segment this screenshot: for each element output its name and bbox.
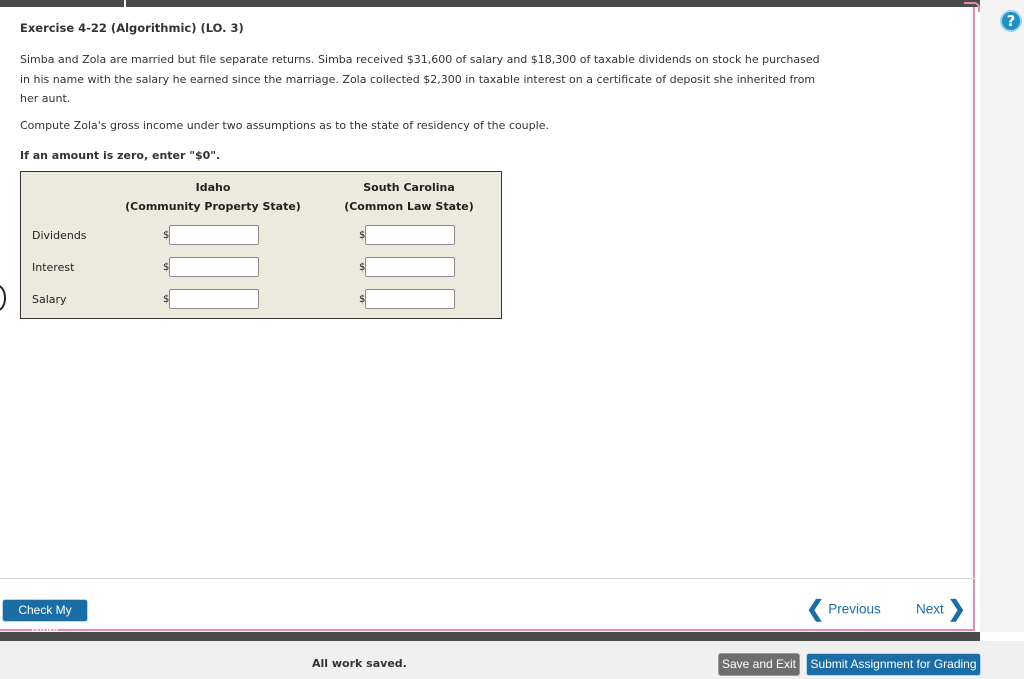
problem-text: Simba and Zola are married but file sepa… xyxy=(20,53,820,105)
salary-idaho-input[interactable] xyxy=(169,289,259,309)
tab-divider xyxy=(124,0,126,7)
submit-assignment-button[interactable]: Submit Assignment for Grading xyxy=(806,653,981,676)
sc-label: South Carolina xyxy=(363,181,455,194)
idaho-sublabel: (Community Property State) xyxy=(125,200,301,213)
idaho-label: Idaho xyxy=(195,181,231,194)
column-header-south-carolina: South Carolina (Common Law State) xyxy=(336,178,482,216)
answer-table: Idaho (Community Property State) South C… xyxy=(20,171,502,319)
divider xyxy=(0,578,975,579)
interest-sc-input[interactable] xyxy=(365,257,455,277)
top-tab-bar xyxy=(0,0,980,7)
save-status: All work saved. xyxy=(312,657,407,670)
previous-label: Previous xyxy=(828,601,881,617)
chevron-left-icon: ❮ xyxy=(806,596,825,621)
panel-corner xyxy=(964,2,980,12)
row-label-dividends: Dividends xyxy=(32,229,87,242)
column-header-idaho: Idaho (Community Property State) xyxy=(117,178,309,216)
next-button[interactable]: Next ❯ xyxy=(916,598,966,622)
dividends-idaho-input[interactable] xyxy=(169,225,259,245)
chevron-right-icon: ❯ xyxy=(947,596,966,621)
row-label-interest: Interest xyxy=(32,261,75,274)
right-gutter xyxy=(980,0,1024,632)
dividends-sc-input[interactable] xyxy=(365,225,455,245)
exercise-title: Exercise 4-22 (Algorithmic) (LO. 3) xyxy=(20,21,244,35)
sc-sublabel: (Common Law State) xyxy=(344,200,474,213)
footer-bar xyxy=(0,632,980,641)
salary-sc-input[interactable] xyxy=(365,289,455,309)
previous-button[interactable]: ❮ Previous xyxy=(806,598,881,622)
compute-prompt: Compute Zola's gross income under two as… xyxy=(20,119,549,132)
help-icon[interactable]: ? xyxy=(1000,10,1022,32)
row-label-salary: Salary xyxy=(32,293,67,306)
save-and-exit-button[interactable]: Save and Exit xyxy=(718,653,800,676)
check-my-work-button[interactable]: Check My Work xyxy=(2,599,88,638)
zero-instruction: If an amount is zero, enter "$0". xyxy=(20,149,221,162)
interest-idaho-input[interactable] xyxy=(169,257,259,277)
next-label: Next xyxy=(916,601,944,617)
